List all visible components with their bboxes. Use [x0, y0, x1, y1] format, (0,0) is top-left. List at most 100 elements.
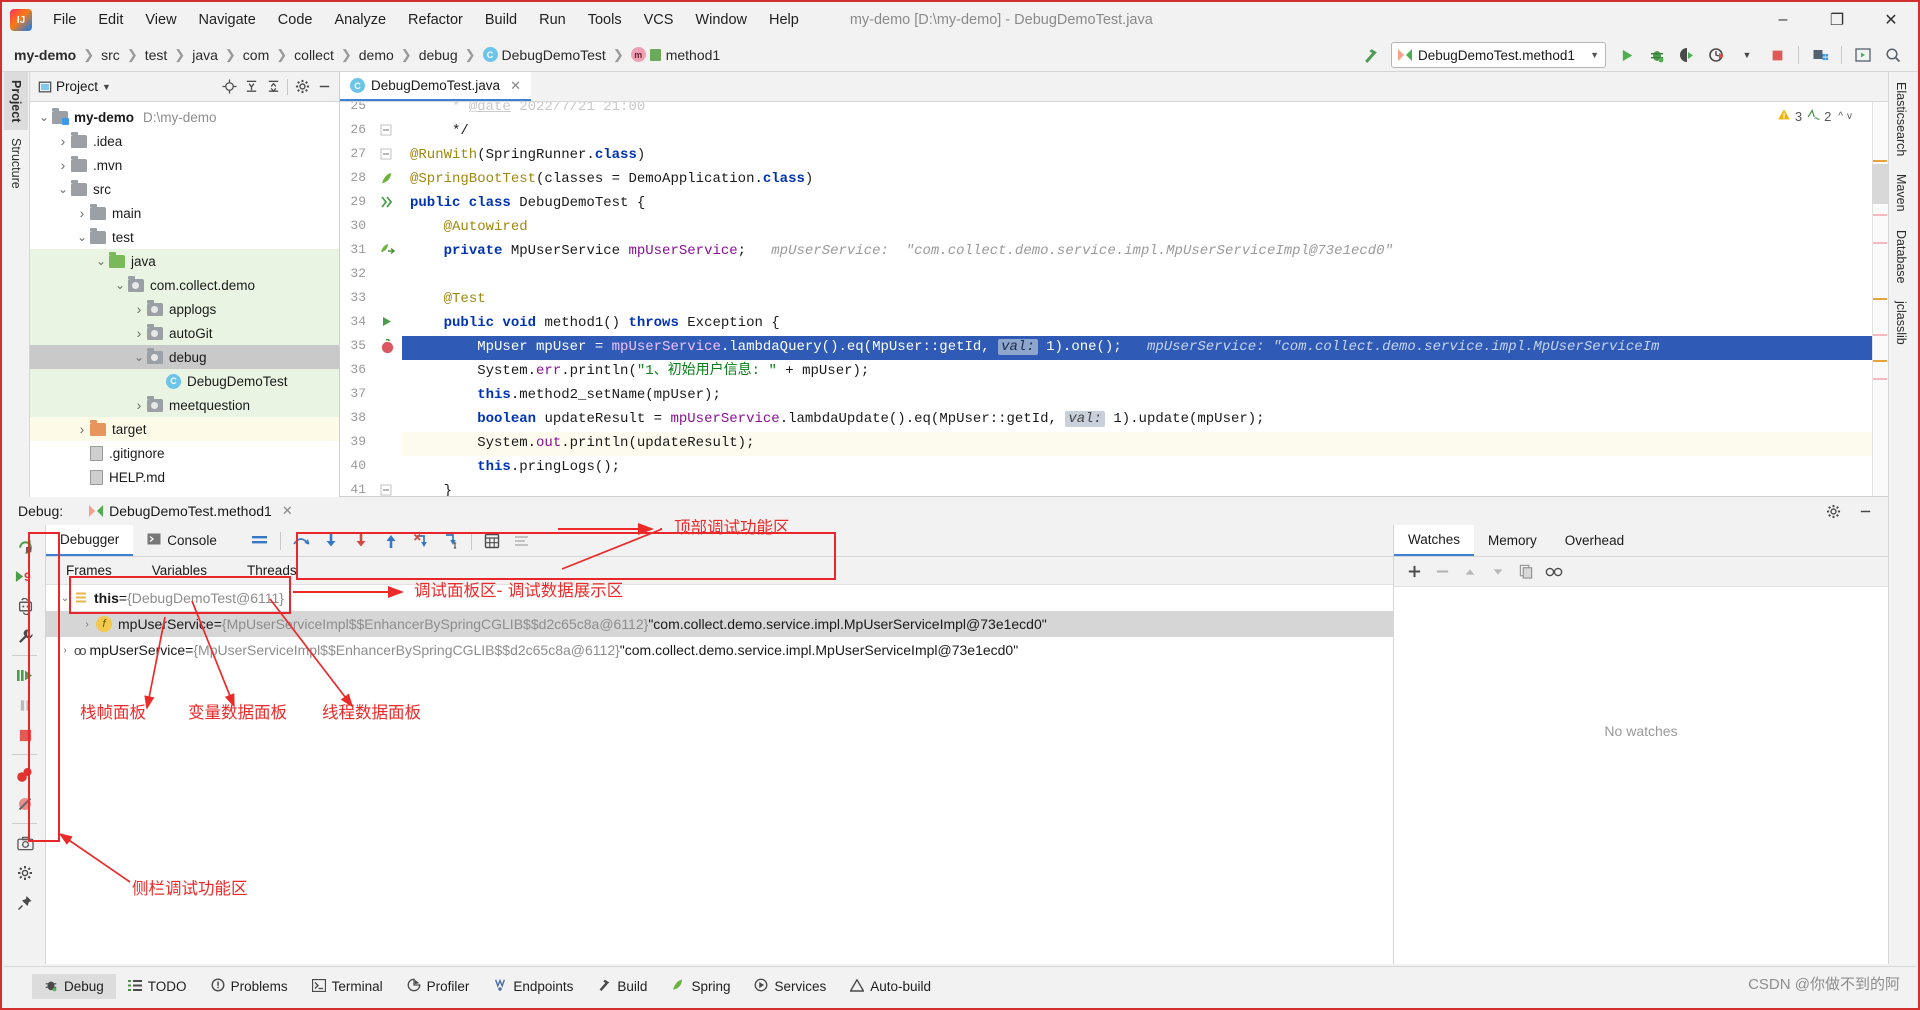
tree-node-autogit[interactable]: › autoGit: [30, 321, 339, 345]
status-bar-item-debug[interactable]: Debug: [32, 974, 116, 999]
debugger-tab-debugger[interactable]: Debugger: [46, 525, 134, 556]
run-icon[interactable]: [1612, 41, 1642, 69]
pin-icon[interactable]: [4, 888, 46, 918]
run-configuration-selector[interactable]: DebugDemoTest.method1 ▼: [1391, 42, 1606, 68]
breadcrumb-item-demo[interactable]: demo: [357, 47, 396, 63]
tree-node--mvn[interactable]: › .mvn: [30, 153, 339, 177]
code-line-38[interactable]: boolean updateResult = mpUserService.lam…: [402, 409, 1265, 429]
profiler-dropdown-icon[interactable]: ▼: [1732, 41, 1762, 69]
menu-item-navigate[interactable]: Navigate: [188, 9, 267, 31]
error-stripe-mark[interactable]: [1873, 378, 1887, 380]
error-stripe-mark[interactable]: [1873, 214, 1887, 216]
tree-node-applogs[interactable]: › applogs: [30, 297, 339, 321]
close-icon[interactable]: ✕: [282, 503, 293, 519]
chevron-right-icon[interactable]: ›: [55, 133, 71, 149]
preview-icon[interactable]: [1848, 41, 1878, 69]
code-line-34[interactable]: public void method1() throws Exception {: [402, 313, 780, 333]
menu-item-file[interactable]: File: [42, 9, 87, 31]
copy-icon[interactable]: [1512, 560, 1540, 584]
breadcrumb-item-method1[interactable]: method1: [629, 47, 722, 63]
tree-node-com-collect-demo[interactable]: ⌄ com.collect.demo: [30, 273, 339, 297]
stop-icon[interactable]: [4, 720, 46, 750]
tree-node--gitignore[interactable]: .gitignore: [30, 441, 339, 465]
chevron-down-icon[interactable]: ⌄: [36, 110, 52, 124]
gutter-spring-icon[interactable]: [380, 171, 398, 189]
settings-gear-icon[interactable]: [4, 858, 46, 888]
minimize-button[interactable]: –: [1756, 2, 1810, 38]
menu-item-help[interactable]: Help: [758, 9, 810, 31]
code-line-36[interactable]: System.err.println("1、初始用户信息: " + mpUser…: [402, 361, 869, 381]
tree-node-java[interactable]: ⌄ java: [30, 249, 339, 273]
gutter-bean-icon[interactable]: [380, 243, 398, 261]
editor-gutter[interactable]: 25 26 27 28 29 30 31 32 33 34 35 36 37 38 39 40 41: [340, 102, 402, 496]
debug-icon[interactable]: [1642, 41, 1672, 69]
watches-tab-watches[interactable]: Watches: [1394, 525, 1475, 556]
code-line-40[interactable]: this.pringLogs();: [402, 457, 620, 477]
code-line-32[interactable]: [402, 265, 418, 285]
debug-pane-variables[interactable]: Variables: [132, 557, 227, 584]
step-over-icon[interactable]: [286, 528, 316, 554]
error-stripe-mark[interactable]: [1873, 334, 1887, 336]
menu-item-window[interactable]: Window: [684, 9, 758, 31]
chevron-down-icon[interactable]: v: [1847, 111, 1852, 122]
breadcrumb-item-java[interactable]: java: [190, 47, 220, 63]
error-stripe-mark[interactable]: [1873, 360, 1887, 362]
gutter-fold-icon[interactable]: [380, 483, 398, 496]
code-line-35[interactable]: MpUser mpUser = mpUserService.lambdaQuer…: [402, 337, 1659, 357]
debugger-tab-console[interactable]: Console: [133, 525, 231, 556]
menu-item-code[interactable]: Code: [267, 9, 324, 31]
tree-node-debug[interactable]: ⌄ debug: [30, 345, 339, 369]
add-icon[interactable]: [1400, 560, 1428, 584]
expand-all-icon[interactable]: [240, 76, 262, 98]
restore-layout-icon[interactable]: [4, 591, 46, 621]
force-step-into-icon[interactable]: [346, 528, 376, 554]
debug-session-tab[interactable]: DebugDemoTest.method1 ✕: [83, 501, 299, 521]
status-bar-item-profiler[interactable]: Profiler: [395, 974, 482, 999]
chevron-right-icon[interactable]: ›: [78, 619, 96, 630]
resume-icon[interactable]: 9: [4, 561, 46, 591]
hammer-icon[interactable]: [1355, 41, 1385, 69]
gear-icon[interactable]: [291, 76, 313, 98]
gutter-runmethod-icon[interactable]: [380, 315, 398, 333]
show-frames-icon[interactable]: [245, 528, 275, 554]
profiler-icon[interactable]: [1702, 41, 1732, 69]
status-bar-item-build[interactable]: Build: [585, 974, 659, 999]
editor-scrollbar-thumb[interactable]: [1872, 164, 1888, 204]
menu-item-build[interactable]: Build: [474, 9, 528, 31]
status-bar-item-problems[interactable]: Problems: [199, 974, 300, 999]
remove-icon[interactable]: [1428, 560, 1456, 584]
menu-item-analyze[interactable]: Analyze: [323, 9, 397, 31]
breadcrumb-item-collect[interactable]: collect: [292, 47, 336, 63]
close-icon[interactable]: ✕: [510, 78, 521, 94]
close-button[interactable]: ✕: [1864, 2, 1918, 38]
chevron-right-icon[interactable]: ›: [74, 205, 90, 221]
chevron-right-icon[interactable]: ›: [56, 645, 74, 656]
error-stripe-mark[interactable]: [1873, 242, 1887, 244]
sidebar-item-maven[interactable]: Maven: [1889, 164, 1913, 220]
breadcrumb-item-my-demo[interactable]: my-demo: [12, 47, 78, 63]
breadcrumb-item-debugdemotest[interactable]: DebugDemoTest: [481, 47, 608, 63]
search-icon[interactable]: [1878, 41, 1908, 69]
tree-node-help-md[interactable]: HELP.md: [30, 465, 339, 489]
settings-icon[interactable]: [507, 528, 537, 554]
code-line-30[interactable]: @Autowired: [402, 217, 528, 237]
maximize-button[interactable]: ❐: [1810, 2, 1864, 38]
breadcrumb-item-debug[interactable]: debug: [417, 47, 460, 63]
sidebar-item-project[interactable]: Project: [4, 72, 28, 131]
code-line-26[interactable]: */: [402, 121, 469, 141]
menu-item-edit[interactable]: Edit: [87, 9, 134, 31]
run-to-cursor-icon[interactable]: [436, 528, 466, 554]
menu-item-vcs[interactable]: VCS: [633, 9, 685, 31]
error-stripe-mark[interactable]: [1873, 160, 1887, 162]
watches-tab-overhead[interactable]: Overhead: [1551, 525, 1638, 556]
code-line-41[interactable]: }: [402, 481, 452, 496]
code-line-33[interactable]: @Test: [402, 289, 486, 309]
sidebar-item-elasticsearch[interactable]: Elasticsearch: [1889, 72, 1913, 164]
breadcrumb-item-test[interactable]: test: [143, 47, 170, 63]
code-line-31[interactable]: private MpUserService mpUserService; mpU…: [402, 241, 1393, 261]
status-bar-item-endpoints[interactable]: Endpoints: [481, 974, 585, 999]
watches-tab-memory[interactable]: Memory: [1474, 525, 1551, 556]
debug-pane-threads[interactable]: Threads: [227, 557, 317, 584]
code-line-25[interactable]: * @date 2022/7/21 21:00: [402, 102, 645, 117]
tree-node-meetquestion[interactable]: › meetquestion: [30, 393, 339, 417]
